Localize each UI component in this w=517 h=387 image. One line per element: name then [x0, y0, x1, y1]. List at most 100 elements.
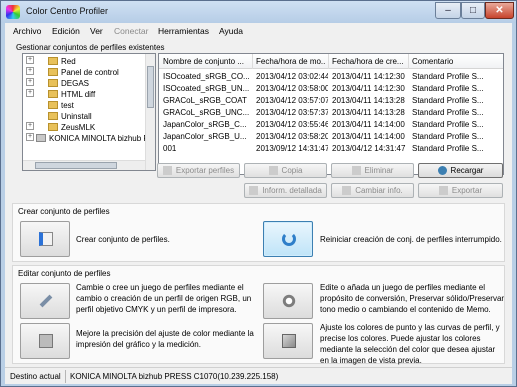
menu-ayuda[interactable]: Ayuda	[219, 26, 243, 36]
expand-icon[interactable]: +	[26, 56, 34, 64]
measure-chart-button[interactable]	[20, 323, 70, 359]
title-bar[interactable]: Color Centro Profiler – □ ✕	[1, 1, 516, 23]
table-row[interactable]: JapanColor_sRGB_C... 2013/04/12 03:55:46 2…	[159, 119, 503, 131]
column-divider[interactable]	[408, 54, 409, 69]
control-panel-icon	[48, 68, 58, 76]
close-button[interactable]: ✕	[485, 2, 514, 19]
edit-profile-set-panel: Editar conjunto de perfiles Cambie o cre…	[12, 265, 505, 365]
button-label: Copia	[281, 166, 303, 175]
main-client-area: Archivo Edición Ver Conectar Herramienta…	[5, 23, 512, 384]
table-row[interactable]: GRACoL_sRGB_COAT 2013/04/12 03:57:07 2013/…	[159, 95, 503, 107]
table-row[interactable]: ISOcoated_sRGB_CO... 2013/04/12 03:02:44 2…	[159, 71, 503, 83]
tree-item-zeusmlk[interactable]: + ZeusMLK	[23, 122, 143, 133]
printer-icon	[36, 134, 46, 142]
app-window: Color Centro Profiler – □ ✕ Archivo Edic…	[0, 0, 517, 387]
adjust-colors-button[interactable]	[263, 323, 313, 359]
tree-item-red[interactable]: + Red	[23, 56, 143, 67]
edit-pencil-icon	[39, 294, 53, 308]
info-icon	[249, 186, 259, 195]
tree-vertical-scrollbar[interactable]	[145, 54, 155, 170]
cell-created: 2013/04/11 14:12:30	[332, 84, 405, 93]
cell-modified: 2013/04/12 03:58:20	[256, 132, 328, 141]
button-label: Inform. detallada	[262, 186, 322, 195]
delete-button[interactable]: Eliminar	[331, 163, 414, 178]
cell-name: GRACoL_sRGB_UNC...	[163, 108, 250, 117]
button-label: Cambiar info.	[355, 186, 403, 195]
menu-bar: Archivo Edición Ver Conectar Herramienta…	[5, 23, 512, 39]
expand-icon[interactable]: +	[26, 122, 34, 130]
tree-item-degas[interactable]: + DEGAS	[23, 78, 143, 89]
window-title: Color Centro Profiler	[26, 6, 109, 16]
change-profile-button[interactable]	[20, 283, 70, 319]
scrollbar-thumb[interactable]	[35, 162, 117, 169]
copy-icon	[268, 166, 278, 175]
menu-ver[interactable]: Ver	[90, 26, 103, 36]
tree-item-uninstall[interactable]: Uninstall	[23, 111, 143, 122]
cell-modified: 2013/04/12 03:57:07	[256, 96, 328, 105]
column-header-name[interactable]: Nombre de conjunto ...	[163, 57, 251, 66]
column-header-created[interactable]: Fecha/hora de cre...	[332, 57, 406, 66]
tree-item-label: Panel de control	[61, 68, 119, 77]
export-button[interactable]: Exportar	[418, 183, 503, 198]
table-row[interactable]: ISOcoated_sRGB_UN... 2013/04/12 03:58:00 2…	[159, 83, 503, 95]
minimize-button[interactable]: –	[435, 2, 461, 19]
cell-created: 2013/04/11 14:12:30	[332, 72, 405, 81]
printer-chart-icon	[39, 334, 53, 348]
change-info-button[interactable]: Cambiar info.	[331, 183, 414, 198]
expand-icon[interactable]: +	[26, 78, 34, 86]
menu-archivo[interactable]: Archivo	[13, 26, 41, 36]
detailed-info-button[interactable]: Inform. detallada	[244, 183, 327, 198]
menu-herramientas[interactable]: Herramientas	[158, 26, 209, 36]
export-icon	[438, 186, 448, 195]
gear-icon	[282, 294, 296, 308]
table-row[interactable]: 001 2013/09/12 14:31:47 2013/04/12 14:31:4…	[159, 143, 503, 155]
expand-icon[interactable]: +	[26, 67, 34, 75]
tree-item-konica-printer[interactable]: + KONICA MINOLTA bizhub P	[23, 133, 153, 144]
cell-modified: 2013/04/12 03:02:44	[256, 72, 328, 81]
current-target: KONICA MINOLTA bizhub PRESS C1070(10.239…	[70, 372, 279, 381]
tree-item-label: DEGAS	[61, 79, 90, 88]
delete-icon	[351, 166, 361, 175]
tree-item-test[interactable]: test	[23, 100, 143, 111]
edit-conversion-button[interactable]	[263, 283, 313, 319]
column-divider[interactable]	[252, 54, 253, 69]
menu-edicion[interactable]: Edición	[52, 26, 80, 36]
status-bar: Destino actual KONICA MINOLTA bizhub PRE…	[5, 367, 512, 384]
color-adjust-icon	[282, 334, 296, 348]
expand-icon[interactable]: +	[26, 133, 34, 141]
tree-item-label: Red	[61, 57, 76, 66]
change-profile-description: Cambie o cree un juego de perfiles media…	[76, 283, 252, 314]
cell-name: ISOcoated_sRGB_UN...	[163, 84, 250, 93]
maximize-button[interactable]: □	[461, 2, 485, 19]
reload-icon	[437, 166, 447, 175]
edit-group-label: Editar conjunto de perfiles	[18, 269, 111, 278]
column-header-modified[interactable]: Fecha/hora de mo...	[256, 57, 326, 66]
tree-item-html-diff[interactable]: + HTML diff	[23, 89, 143, 100]
cell-created: 2013/04/11 14:14:00	[332, 120, 405, 129]
status-label: Destino actual	[10, 372, 61, 381]
cell-modified: 2013/04/12 03:55:46	[256, 120, 328, 129]
column-header-comment[interactable]: Comentario	[412, 57, 502, 66]
expand-icon[interactable]: +	[26, 89, 34, 97]
folder-icon	[48, 112, 58, 120]
cell-comment: Standard Profile S...	[412, 120, 484, 129]
create-profile-set-button[interactable]	[20, 221, 70, 257]
table-row[interactable]: JapanColor_sRGB_U... 2013/04/12 03:58:20 2…	[159, 131, 503, 143]
cell-modified: 2013/09/12 14:31:47	[256, 144, 328, 153]
tree-horizontal-scrollbar[interactable]	[23, 160, 145, 170]
reload-button[interactable]: Recargar	[418, 163, 503, 178]
folder-tree[interactable]: + Red + Panel de control + DEGAS + HTML diff…	[22, 53, 156, 171]
tree-item-control-panel[interactable]: + Panel de control	[23, 67, 143, 78]
resume-creation-button[interactable]	[263, 221, 313, 257]
menu-conectar[interactable]: Conectar	[114, 26, 149, 36]
network-icon	[48, 57, 58, 65]
copy-button[interactable]: Copia	[244, 163, 327, 178]
profile-sets-table[interactable]: Nombre de conjunto ... Fecha/hora de mo.…	[158, 53, 504, 175]
cell-modified: 2013/04/12 03:57:37	[256, 108, 328, 117]
scrollbar-thumb[interactable]	[147, 66, 154, 108]
table-row[interactable]: GRACoL_sRGB_UNC... 2013/04/12 03:57:37 201…	[159, 107, 503, 119]
create-profile-set-panel: Crear conjunto de perfiles Crear conjunt…	[12, 203, 505, 262]
export-profiles-button[interactable]: Exportar perfiles	[157, 163, 240, 178]
column-divider[interactable]	[328, 54, 329, 69]
cell-name: GRACoL_sRGB_COAT	[163, 96, 247, 105]
